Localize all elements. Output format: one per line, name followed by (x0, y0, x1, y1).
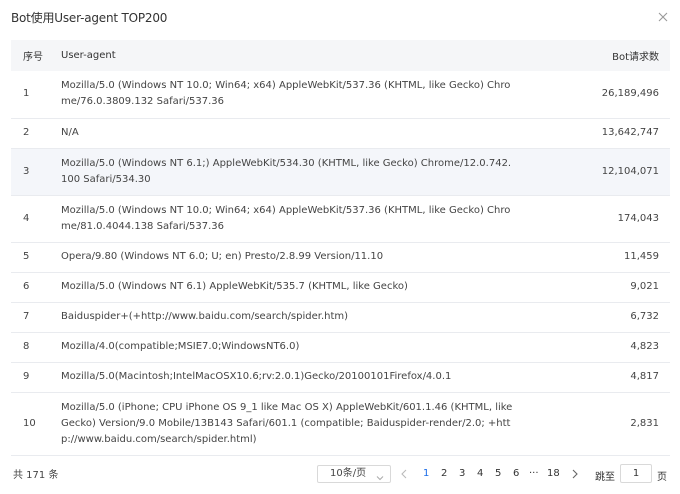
page-1-link[interactable]: 1 (423, 468, 429, 479)
cell-bot-requests: 174,043 (521, 195, 670, 243)
chevron-down-icon (376, 471, 384, 487)
page-5-link[interactable]: 5 (495, 468, 501, 479)
cell-rank: 1 (11, 71, 61, 119)
cell-rank: 4 (11, 195, 61, 243)
cell-rank: 5 (11, 242, 61, 273)
cell-bot-requests: 4,817 (521, 362, 670, 393)
cell-rank: 3 (11, 148, 61, 196)
page-2-link[interactable]: 2 (441, 468, 447, 479)
close-icon[interactable] (657, 11, 669, 23)
page-size-select[interactable]: 10条/页 (317, 465, 391, 483)
column-header-user-agent[interactable]: User-agent (61, 40, 521, 71)
pagination-bar: 共 171 条 10条/页 1 2 3 4 5 6 ··· 18 跳至 1 页 (0, 462, 680, 486)
page-size-value: 10条/页 (330, 468, 367, 479)
table-row[interactable]: 7 Baiduspider+(+http://www.baidu.com/sea… (11, 302, 670, 333)
jump-unit-label: 页 (657, 472, 667, 483)
cell-bot-requests: 6,732 (521, 302, 670, 333)
cell-rank: 8 (11, 332, 61, 363)
cell-rank: 6 (11, 272, 61, 303)
prev-page-icon[interactable] (400, 469, 408, 482)
next-page-icon[interactable] (571, 469, 579, 482)
cell-user-agent: Mozilla/5.0 (iPhone; CPU iPhone OS 9_1 l… (61, 392, 521, 456)
page-18-link[interactable]: 18 (547, 468, 560, 479)
cell-user-agent: Baiduspider+(+http://www.baidu.com/searc… (61, 302, 521, 333)
cell-bot-requests: 4,823 (521, 332, 670, 363)
table-row[interactable]: 4 Mozilla/5.0 (Windows NT 10.0; Win64; x… (11, 195, 670, 243)
cell-rank: 2 (11, 118, 61, 149)
cell-bot-requests: 13,642,747 (521, 118, 670, 149)
user-agent-table: 序号 User-agent Bot请求数 1 Mozilla/5.0 (Wind… (11, 40, 670, 456)
cell-bot-requests: 11,459 (521, 242, 670, 273)
table-row[interactable]: 2 N/A 13,642,747 (11, 118, 670, 149)
modal-title: Bot使用User-agent TOP200 (11, 11, 168, 25)
table-row[interactable]: 6 Mozilla/5.0 (Windows NT 6.1) AppleWebK… (11, 272, 670, 303)
table-row[interactable]: 3 Mozilla/5.0 (Windows NT 6.1;) AppleWeb… (11, 148, 670, 196)
page-4-link[interactable]: 4 (477, 468, 483, 479)
page-6-link[interactable]: 6 (513, 468, 519, 479)
jump-label: 跳至 (595, 472, 615, 483)
cell-bot-requests: 9,021 (521, 272, 670, 303)
cell-bot-requests: 12,104,071 (521, 148, 670, 196)
table-row[interactable]: 5 Opera/9.80 (Windows NT 6.0; U; en) Pre… (11, 242, 670, 273)
column-header-rank[interactable]: 序号 (11, 40, 61, 71)
cell-user-agent: N/A (61, 118, 521, 149)
table-row[interactable]: 10 Mozilla/5.0 (iPhone; CPU iPhone OS 9_… (11, 392, 670, 456)
jump-page-input[interactable]: 1 (620, 464, 652, 483)
cell-bot-requests: 26,189,496 (521, 71, 670, 119)
table-row[interactable]: 1 Mozilla/5.0 (Windows NT 10.0; Win64; x… (11, 71, 670, 119)
cell-user-agent: Mozilla/5.0 (Windows NT 10.0; Win64; x64… (61, 71, 521, 119)
table-row[interactable]: 8 Mozilla/4.0(compatible;MSIE7.0;Windows… (11, 332, 670, 363)
page-3-link[interactable]: 3 (459, 468, 465, 479)
cell-user-agent: Mozilla/4.0(compatible;MSIE7.0;WindowsNT… (61, 332, 521, 363)
cell-user-agent: Mozilla/5.0 (Windows NT 10.0; Win64; x64… (61, 195, 521, 243)
total-count: 共 171 条 (13, 470, 59, 481)
column-header-bot-requests[interactable]: Bot请求数 (521, 40, 670, 71)
cell-rank: 7 (11, 302, 61, 333)
cell-bot-requests: 2,831 (521, 392, 670, 456)
cell-user-agent: Mozilla/5.0 (Windows NT 6.1;) AppleWebKi… (61, 148, 521, 196)
user-agent-modal: Bot使用User-agent TOP200 序号 User-agent Bot… (0, 0, 680, 494)
page-ellipsis[interactable]: ··· (529, 468, 539, 479)
cell-user-agent: Mozilla/5.0(Macintosh;IntelMacOSX10.6;rv… (61, 362, 521, 393)
cell-rank: 9 (11, 362, 61, 393)
cell-rank: 10 (11, 392, 61, 456)
cell-user-agent: Mozilla/5.0 (Windows NT 6.1) AppleWebKit… (61, 272, 521, 303)
table-header-row: 序号 User-agent Bot请求数 (11, 40, 670, 71)
table-row[interactable]: 9 Mozilla/5.0(Macintosh;IntelMacOSX10.6;… (11, 362, 670, 393)
cell-user-agent: Opera/9.80 (Windows NT 6.0; U; en) Prest… (61, 242, 521, 273)
